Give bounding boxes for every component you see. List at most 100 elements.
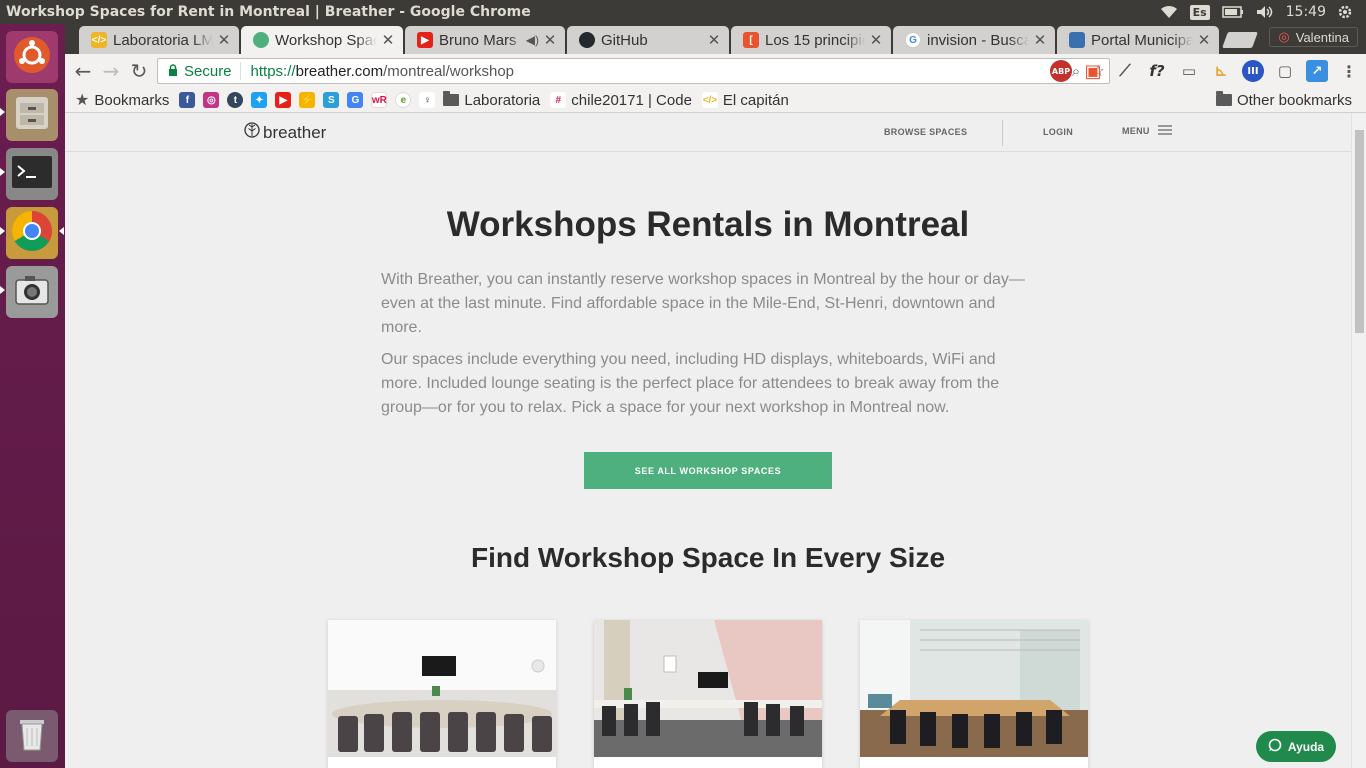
tab-0[interactable]: </> Laboratoria LMS ✕ bbox=[79, 26, 239, 54]
gear-icon[interactable] bbox=[1338, 5, 1352, 19]
close-icon[interactable]: ✕ bbox=[707, 31, 721, 49]
space-photo bbox=[594, 620, 822, 757]
new-tab-button[interactable] bbox=[1222, 32, 1258, 48]
url-path: /montreal/workshop bbox=[383, 62, 515, 80]
youtube-icon: ▶ bbox=[417, 32, 433, 48]
youtube-icon[interactable]: ▶ bbox=[275, 92, 292, 108]
ruler-icon[interactable]: ⊾ bbox=[1210, 60, 1232, 82]
space-card[interactable] bbox=[328, 620, 556, 768]
help-chat-button[interactable]: Ayuda bbox=[1256, 731, 1336, 762]
space-photo bbox=[328, 620, 556, 757]
wordreference-icon[interactable]: wR bbox=[371, 92, 388, 108]
other-bookmarks[interactable]: Other bookmarks bbox=[1215, 91, 1352, 109]
reload-button[interactable]: ↻ bbox=[125, 57, 153, 85]
office-icon[interactable]: ▣ bbox=[1082, 60, 1104, 82]
launcher bbox=[0, 24, 65, 768]
chrome-icon bbox=[10, 209, 54, 257]
github-icon bbox=[579, 32, 595, 48]
google-icon: G bbox=[905, 32, 921, 48]
close-icon[interactable]: ✕ bbox=[543, 31, 557, 49]
address-bar[interactable]: Secure https://breather.com/montreal/wor… bbox=[157, 58, 1110, 84]
launcher-files[interactable] bbox=[6, 89, 58, 141]
see-all-workshop-spaces-button[interactable]: SEE ALL WORKSHOP SPACES bbox=[584, 452, 832, 489]
bracket-icon: [ bbox=[743, 32, 759, 48]
launcher-terminal[interactable] bbox=[6, 148, 58, 200]
font-finder-icon[interactable]: f? bbox=[1146, 60, 1168, 82]
back-button[interactable]: ← bbox=[69, 57, 97, 85]
bookmark-folder-laboratoria[interactable]: Laboratoria bbox=[443, 91, 540, 109]
secure-indicator[interactable]: Secure bbox=[158, 62, 241, 80]
arrow-left-icon: ← bbox=[74, 59, 92, 83]
window-title: Workshop Spaces for Rent in Montreal | B… bbox=[6, 4, 531, 20]
launcher-chrome[interactable] bbox=[6, 207, 58, 259]
profile-button[interactable]: ◎ Valentina bbox=[1269, 27, 1358, 47]
evernote-icon[interactable]: e bbox=[395, 92, 412, 108]
window-resize-icon[interactable]: ▢ bbox=[1274, 60, 1296, 82]
cast-icon[interactable]: ▭ bbox=[1178, 60, 1200, 82]
help-label: Ayuda bbox=[1287, 739, 1325, 754]
profile-name: Valentina bbox=[1295, 29, 1349, 45]
nav-browse-spaces[interactable]: BROWSE SPACES bbox=[884, 127, 967, 137]
close-icon[interactable]: ✕ bbox=[869, 31, 883, 49]
bookmarks-manager[interactable]: ★ Bookmarks bbox=[75, 90, 169, 110]
page-scrollbar[interactable] bbox=[1351, 113, 1366, 768]
folder-icon bbox=[1215, 91, 1232, 106]
battery-icon[interactable] bbox=[1221, 6, 1244, 18]
nav-menu[interactable]: MENU bbox=[1122, 125, 1172, 137]
browser-toolbar: ← → ↻ Secure https://breather.com/montre… bbox=[65, 54, 1366, 88]
site-header: breather BROWSE SPACES LOGIN MENU bbox=[65, 113, 1351, 152]
facebook-icon[interactable]: f bbox=[179, 92, 196, 108]
page-title: Workshops Rentals in Montreal bbox=[446, 205, 970, 244]
tab-5[interactable]: G invision - Buscar ✕ bbox=[893, 26, 1055, 54]
close-icon[interactable]: ✕ bbox=[1197, 31, 1211, 49]
terminal-icon bbox=[10, 152, 54, 196]
adblock-icon[interactable]: ABP bbox=[1050, 60, 1072, 82]
tab-2[interactable]: ▶ Bruno Mars ◀) ✕ bbox=[405, 26, 565, 54]
eyedropper-icon[interactable]: ⟋ bbox=[1114, 60, 1136, 82]
file-cabinet-icon bbox=[12, 93, 52, 137]
breather-logo[interactable]: breather bbox=[244, 122, 326, 143]
bookmarks-bar: ★ Bookmarks f ◎ t ✦ ▶ ⚡ S G wR e ♀ Labor… bbox=[65, 88, 1366, 112]
tab-4[interactable]: [ Los 15 principios ✕ bbox=[731, 26, 891, 54]
instagram-icon[interactable]: ◎ bbox=[203, 92, 220, 108]
pin-icon[interactable]: ♀ bbox=[419, 92, 436, 108]
bookmark-el-capitan[interactable]: </> El capitán bbox=[701, 92, 789, 109]
bookmark-chile20171[interactable]: # chile20171 | Code bbox=[550, 92, 692, 109]
scrollbar-thumb[interactable] bbox=[1355, 130, 1364, 333]
close-icon[interactable]: ✕ bbox=[217, 31, 231, 49]
translate-icon[interactable]: G bbox=[347, 92, 364, 108]
menu-dots-icon[interactable]: ⋮ bbox=[1338, 60, 1360, 82]
volume-icon[interactable] bbox=[1256, 5, 1274, 19]
sync-icon[interactable]: S bbox=[323, 92, 340, 108]
space-card[interactable] bbox=[594, 620, 822, 768]
twitter-icon[interactable]: ✦ bbox=[251, 92, 268, 108]
launcher-trash[interactable] bbox=[6, 710, 58, 762]
keyboard-layout-indicator[interactable]: Es bbox=[1189, 4, 1210, 20]
expand-icon[interactable]: ↗ bbox=[1306, 60, 1328, 82]
nav-divider bbox=[1002, 120, 1003, 146]
tumblr-icon[interactable]: t bbox=[227, 92, 244, 108]
tab-6[interactable]: Portal Municipal ✕ bbox=[1057, 26, 1219, 54]
intro-paragraph-2: Our spaces include everything you need, … bbox=[381, 351, 1000, 416]
close-icon[interactable]: ✕ bbox=[1033, 31, 1047, 49]
audio-playing-icon[interactable]: ◀) bbox=[526, 33, 539, 47]
url-text[interactable]: https://breather.com/montreal/workshop bbox=[241, 63, 1065, 80]
lightning-icon[interactable]: ⚡ bbox=[299, 92, 316, 108]
measure-icon[interactable]: III bbox=[1242, 60, 1264, 82]
launcher-camera[interactable] bbox=[6, 266, 58, 318]
intro-paragraph-1: With Breather, you can instantly reserve… bbox=[381, 271, 1025, 336]
wifi-icon[interactable] bbox=[1160, 5, 1178, 19]
running-indicator bbox=[0, 168, 5, 176]
forward-button[interactable]: → bbox=[97, 57, 125, 85]
bookmarks-label: Bookmarks bbox=[94, 91, 170, 109]
url-host: breather.com bbox=[295, 62, 384, 80]
tab-3[interactable]: GitHub ✕ bbox=[567, 26, 729, 54]
clock[interactable]: 15:49 bbox=[1286, 4, 1326, 20]
launcher-ubuntu-dash[interactable] bbox=[6, 31, 58, 83]
close-icon[interactable]: ✕ bbox=[381, 31, 395, 49]
tab-1[interactable]: Workshop Spaces ✕ bbox=[241, 26, 403, 54]
url-scheme: https:// bbox=[250, 62, 296, 80]
nav-login[interactable]: LOGIN bbox=[1043, 127, 1073, 137]
space-card[interactable] bbox=[860, 620, 1088, 768]
section-title: Find Workshop Space In Every Size bbox=[470, 542, 946, 573]
